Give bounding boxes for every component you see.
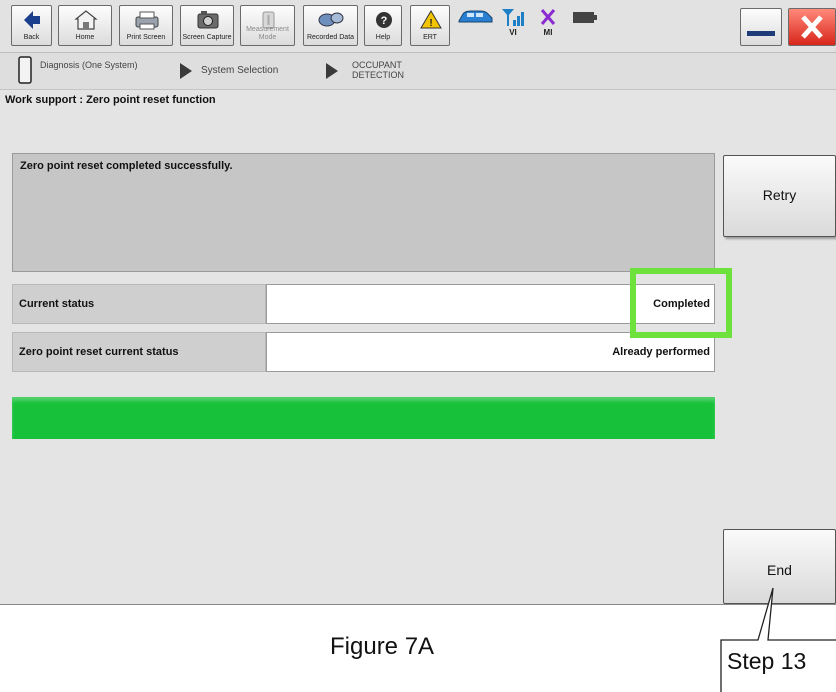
warning-triangle-icon: ! — [420, 10, 442, 29]
print-screen-button[interactable]: Print Screen — [119, 5, 173, 46]
battery-status-indicator — [567, 6, 603, 46]
home-icon — [74, 10, 98, 30]
reset-status-label-cell: Zero point reset current status — [12, 332, 266, 372]
breadcrumb-item-diagnosis[interactable]: Diagnosis (One System) — [40, 60, 140, 70]
breadcrumb-item-occupant-detection: OCCUPANT DETECTION — [352, 60, 405, 80]
device-icon — [18, 56, 32, 84]
retry-button[interactable]: Retry — [723, 155, 836, 237]
progress-bar — [12, 397, 715, 439]
current-status-label: Current status — [19, 298, 95, 310]
home-button[interactable]: Home — [58, 5, 112, 46]
close-button[interactable] — [788, 8, 836, 46]
minimize-button[interactable] — [740, 8, 782, 46]
figure-caption: Figure 7A — [330, 633, 435, 660]
camera-icon — [197, 11, 219, 29]
printer-icon — [135, 11, 159, 30]
recorded-data-icon — [318, 12, 344, 27]
back-button[interactable]: Back — [11, 5, 52, 46]
mi-disconnected-x-icon — [540, 9, 556, 25]
end-button-label: End — [767, 562, 792, 578]
recorded-data-button[interactable]: Recorded Data — [303, 5, 358, 46]
help-button[interactable]: ? Help — [364, 5, 402, 46]
ert-button[interactable]: ! ERT — [410, 5, 450, 46]
reset-status-value-cell: Already performed — [266, 332, 715, 372]
toolbar: Back Home Print Screen Screen Capture Me… — [0, 0, 836, 53]
end-button[interactable]: End — [723, 529, 836, 604]
reset-status-value: Already performed — [612, 346, 710, 358]
close-icon — [801, 15, 823, 39]
breadcrumb-arrow-icon — [180, 63, 192, 79]
signal-icon — [502, 9, 524, 26]
message-box: Zero point reset completed successfully. — [12, 153, 715, 272]
screen-capture-button[interactable]: Screen Capture — [180, 5, 234, 46]
reset-status-label: Zero point reset current status — [19, 346, 179, 358]
retry-button-label: Retry — [762, 187, 797, 203]
vi-status-indicator: VI — [496, 6, 530, 46]
step-label: Step 13 — [727, 648, 807, 674]
car-icon — [458, 10, 493, 23]
current-status-label-cell: Current status — [12, 284, 266, 324]
mi-status-indicator: MI — [531, 6, 565, 46]
vehicle-status-indicator — [455, 6, 495, 46]
svg-text:?: ? — [381, 15, 388, 27]
back-arrow-icon — [24, 11, 40, 29]
battery-icon — [573, 12, 597, 23]
status-message: Zero point reset completed successfully. — [20, 160, 233, 172]
svg-text:!: ! — [429, 18, 432, 29]
progress-bar-fill — [12, 397, 715, 439]
breadcrumb-item-system-selection[interactable]: System Selection — [201, 66, 278, 76]
measurement-mode-button[interactable]: Measurement Mode — [240, 5, 295, 46]
page-title: Work support : Zero point reset function — [5, 94, 216, 106]
breadcrumb: Diagnosis (One System) System Selection … — [0, 53, 836, 90]
breadcrumb-arrow-icon — [326, 63, 338, 79]
completed-highlight-box — [630, 268, 732, 338]
help-question-icon: ? — [376, 12, 392, 28]
minimize-icon — [747, 31, 775, 36]
